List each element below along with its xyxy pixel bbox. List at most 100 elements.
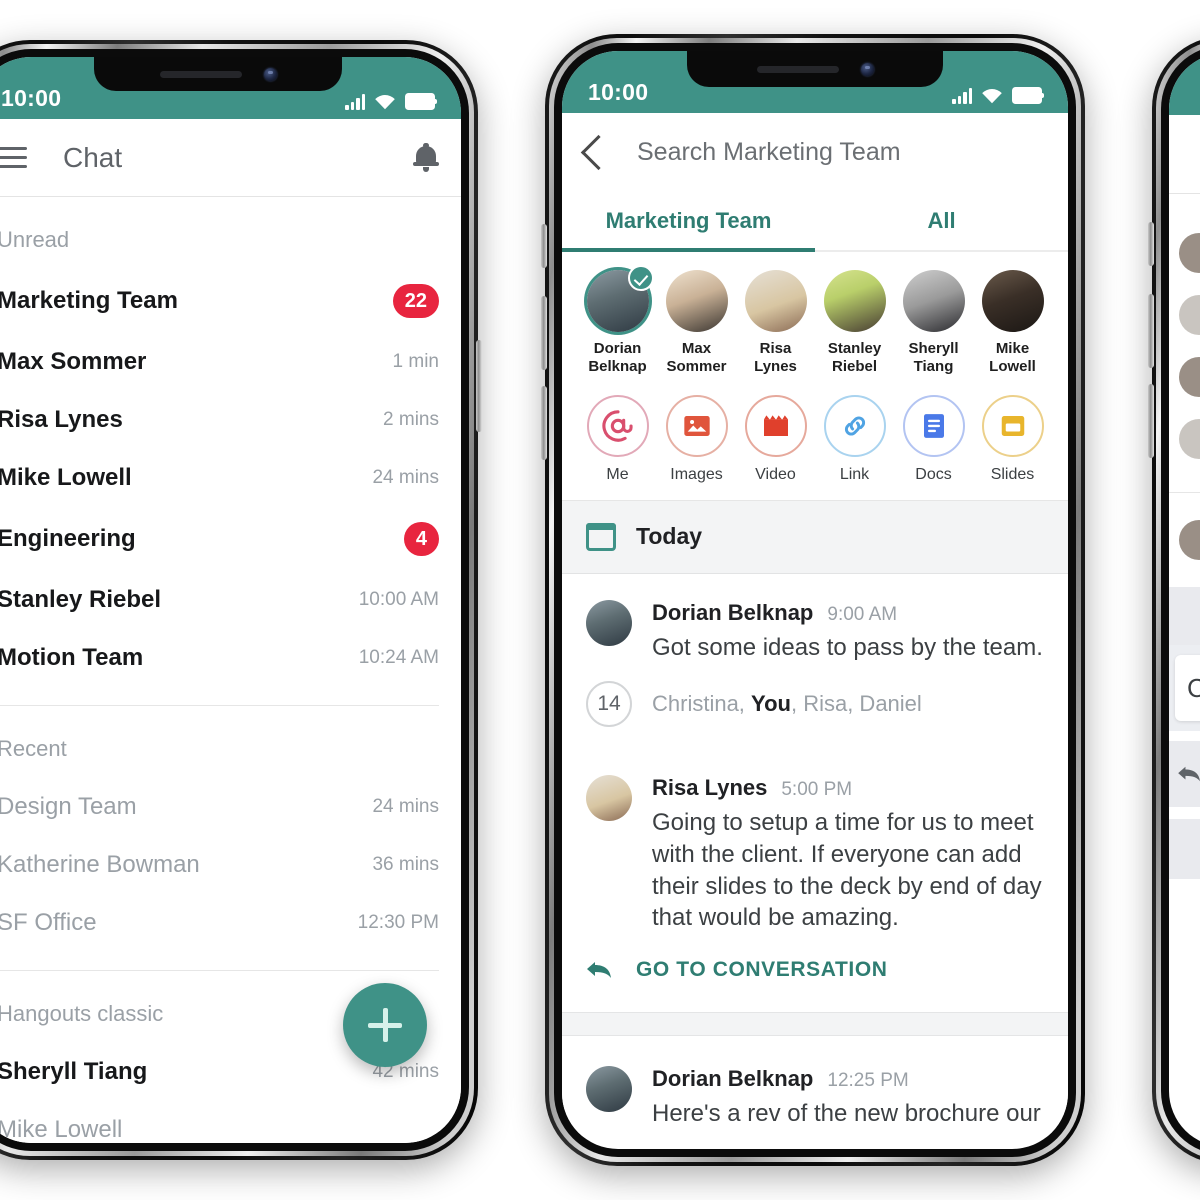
avatar <box>1179 357 1200 397</box>
search-result[interactable]: Risa Lynes 5:00 PM Going to setup a time… <box>562 749 1068 940</box>
volume-up-button[interactable] <box>1148 294 1154 368</box>
list-item[interactable] <box>1169 346 1200 408</box>
chat-row[interactable]: Mike Lowell <box>0 1101 461 1143</box>
list-item[interactable] <box>1169 222 1200 284</box>
reply-arrow-icon <box>1178 766 1200 782</box>
chat-row-name: Mike Lowell <box>0 464 132 491</box>
avatar <box>586 599 632 646</box>
volume-down-button[interactable] <box>541 386 547 460</box>
person-name: Dorian Belknap <box>578 340 657 377</box>
avatar <box>586 1065 632 1112</box>
day-label: Today <box>636 523 703 550</box>
person-name: Sheryll Tiang <box>894 340 973 377</box>
person-chip[interactable]: Risa Lynes <box>736 270 815 377</box>
section-band <box>1169 819 1200 879</box>
search-bar: Search Marketing Team <box>562 113 1068 191</box>
chat-row[interactable]: Max Sommer 1 min <box>0 333 461 391</box>
back-chevron-icon[interactable] <box>580 134 617 170</box>
person-last-name: Lynes <box>754 358 797 376</box>
tab-all[interactable]: All <box>815 191 1068 250</box>
chat-row-name: Marketing Team <box>0 287 178 314</box>
person-first-name: Mike <box>995 340 1030 357</box>
chat-row-time: 1 min <box>392 351 439 372</box>
phone-left-screen: 10:00 Chat Unread Marketing Team 22 Max … <box>0 57 461 1143</box>
person-chip[interactable]: Dorian Belknap <box>578 265 657 377</box>
hamburger-menu-icon[interactable] <box>0 147 27 168</box>
filter-docs[interactable]: Docs <box>894 394 973 484</box>
go-to-conversation-link[interactable]: GO TO CONVERSATION <box>562 939 1068 1012</box>
avatar <box>823 270 886 332</box>
silent-switch[interactable] <box>1148 222 1154 266</box>
participants-row[interactable]: 14 Christina, You, Risa, Daniel <box>562 669 1068 750</box>
tab-marketing-team[interactable]: Marketing Team <box>562 191 815 252</box>
phone-right-screen: C <box>1169 53 1200 1147</box>
chat-row[interactable]: Stanley Riebel 10:00 AM <box>0 571 461 629</box>
phone-right: C <box>1148 36 1200 1164</box>
chat-app-bar: Chat <box>0 119 461 197</box>
chat-row-name: Mike Lowell <box>0 1116 123 1143</box>
phone-notch <box>94 57 342 91</box>
calendar-icon <box>586 522 616 551</box>
phone-middle: 10:00 Search Marketing Team Marketing Te… <box>541 34 1085 1166</box>
person-chip[interactable]: Sheryll Tiang <box>894 270 973 377</box>
person-last-name: Riebel <box>831 358 877 376</box>
chat-row[interactable]: Design Team 24 mins <box>0 778 461 836</box>
chat-row[interactable]: Mike Lowell 24 mins <box>0 449 461 507</box>
signal-bars-icon <box>345 94 365 110</box>
new-chat-fab[interactable] <box>343 983 427 1067</box>
person-chip[interactable]: Max Sommer <box>657 270 736 377</box>
filter-me[interactable]: Me <box>578 394 657 484</box>
message-text: Here's a rev of the new brochure our <box>652 1099 1041 1127</box>
person-first-name: Stanley <box>827 340 882 357</box>
avatar <box>1179 419 1200 459</box>
filter-video[interactable]: Video <box>736 394 815 484</box>
go-to-conversation-label: GO TO CONVERSATION <box>636 957 888 981</box>
battery-icon <box>405 93 437 110</box>
chat-row-name: Engineering <box>0 525 136 552</box>
chat-row[interactable]: Katherine Bowman 36 mins <box>0 836 461 894</box>
chat-row-time: 2 mins <box>383 409 439 430</box>
list-item[interactable] <box>1169 509 1200 571</box>
unread-badge: 4 <box>403 522 439 556</box>
filter-images[interactable]: Images <box>657 394 736 484</box>
chat-row[interactable]: Marketing Team 22 <box>0 269 461 333</box>
filter-link[interactable]: Link <box>815 394 894 484</box>
result-separator <box>562 1011 1068 1036</box>
volume-up-button[interactable] <box>541 296 547 370</box>
unread-badge: 22 <box>392 284 439 318</box>
message-time: 9:00 AM <box>827 603 898 625</box>
search-result[interactable]: Dorian Belknap 9:00 AM Got some ideas to… <box>562 573 1068 670</box>
person-chip[interactable]: Stanley Riebel <box>815 270 894 377</box>
chat-row-time: 36 mins <box>372 854 439 875</box>
chat-row[interactable]: SF Office 12:30 PM <box>0 894 461 952</box>
person-last-name: Sommer <box>666 358 727 376</box>
message-text: Got some ideas to pass by the team. <box>652 633 1043 661</box>
power-button[interactable] <box>476 340 482 432</box>
silent-switch[interactable] <box>541 224 547 268</box>
section-band <box>1169 741 1200 807</box>
message-text: Going to setup a time for us to meet wit… <box>652 809 1042 932</box>
notification-bell-icon[interactable] <box>413 142 439 173</box>
chat-row[interactable]: Risa Lynes 2 mins <box>0 391 461 449</box>
check-badge-icon <box>627 265 654 291</box>
person-first-name: Sheryll <box>908 340 959 357</box>
earpiece-speaker-icon <box>159 70 242 78</box>
list-item[interactable] <box>1169 284 1200 346</box>
chat-row[interactable]: Motion Team 10:24 AM <box>0 629 461 687</box>
volume-down-button[interactable] <box>1148 384 1154 458</box>
chat-row-name: Katherine Bowman <box>0 851 200 878</box>
avatar <box>1179 295 1200 335</box>
plus-icon <box>368 1008 402 1042</box>
person-first-name: Risa <box>759 340 792 357</box>
message-time: 12:25 PM <box>827 1069 909 1091</box>
chat-row[interactable]: Engineering 4 <box>0 507 461 571</box>
message-card[interactable]: C <box>1175 655 1200 721</box>
page-title: Chat <box>63 141 123 173</box>
person-chip[interactable]: Mike Lowell <box>973 270 1052 377</box>
search-result[interactable]: Dorian Belknap 12:25 PM Here's a rev of … <box>562 1035 1068 1136</box>
battery-icon <box>1012 87 1044 104</box>
status-clock: 10:00 <box>588 79 649 105</box>
search-input[interactable]: Search Marketing Team <box>637 138 901 167</box>
list-item[interactable] <box>1169 408 1200 470</box>
filter-slides[interactable]: Slides <box>973 394 1052 484</box>
